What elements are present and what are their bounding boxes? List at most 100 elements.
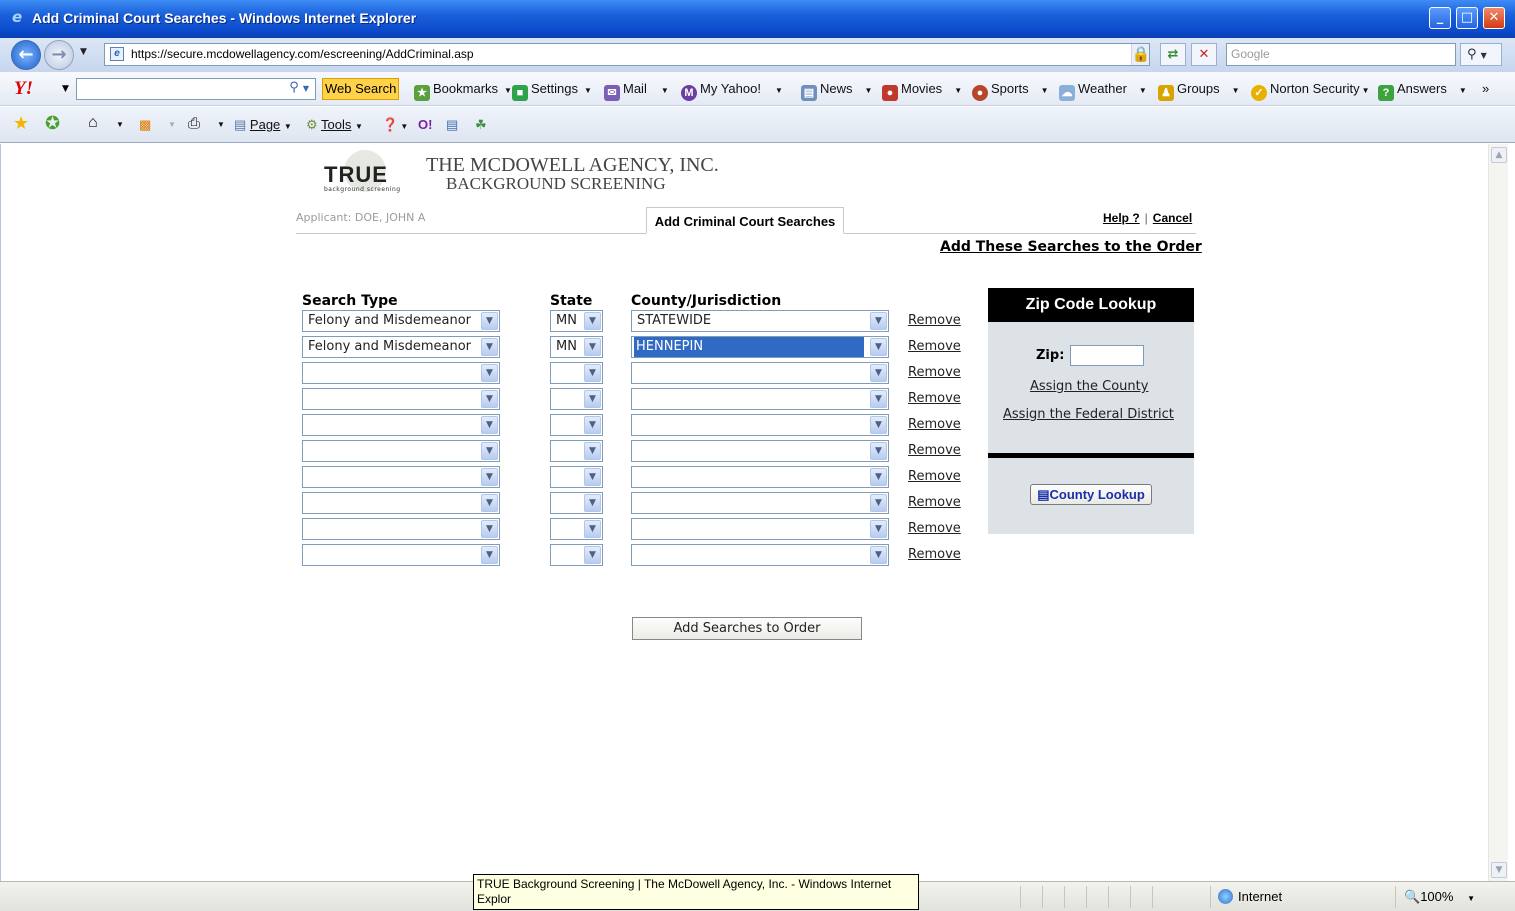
chevron-down-icon[interactable]: ▼	[481, 364, 498, 382]
chevron-down-icon[interactable]: ▼	[584, 390, 601, 408]
chevron-down-icon[interactable]: ▼	[584, 416, 601, 434]
chevron-down-icon[interactable]: ▼	[481, 494, 498, 512]
state-select[interactable]: MN ▼	[550, 310, 603, 332]
remove-link[interactable]: Remove	[908, 521, 961, 536]
settings-menu[interactable]: ■ Settings ▼	[512, 81, 592, 101]
search-type-select[interactable]: ▼	[302, 466, 500, 488]
chevron-down-icon[interactable]: ▼	[481, 468, 498, 486]
search-type-select[interactable]: ▼	[302, 440, 500, 462]
home-dropdown-icon[interactable]: ▼	[116, 120, 124, 129]
remove-link[interactable]: Remove	[908, 417, 961, 432]
chevron-down-icon[interactable]: ▼	[481, 390, 498, 408]
zoom-control[interactable]: 🔍100% ▼	[1404, 889, 1475, 905]
research-icon[interactable]: ▤	[446, 117, 458, 133]
answers-menu[interactable]: ? Answers ▼	[1378, 81, 1467, 101]
minimize-button[interactable]: _	[1429, 7, 1451, 29]
state-select[interactable]: ▼	[550, 544, 603, 566]
search-type-select[interactable]: Felony and Misdemeanor ▼	[302, 336, 500, 358]
chevron-down-icon[interactable]: ▼	[870, 390, 887, 408]
close-button[interactable]: ✕	[1483, 7, 1505, 29]
tab-add-criminal-court-searches[interactable]: Add Criminal Court Searches	[646, 207, 844, 234]
chevron-down-icon[interactable]: ▼	[481, 312, 498, 330]
scroll-down-icon[interactable]: ▼	[1491, 862, 1507, 878]
chevron-down-icon[interactable]: ▼	[584, 520, 601, 538]
yahoo-logo[interactable]: Y!	[14, 78, 33, 100]
search-type-select[interactable]: ▼	[302, 388, 500, 410]
chevron-down-icon[interactable]: ▼	[584, 338, 601, 356]
yahoo-search-input[interactable]: ⚲ ▼	[76, 78, 316, 100]
norton-security-menu[interactable]: ✓ Norton Security ▼	[1251, 81, 1370, 101]
state-select[interactable]: ▼	[550, 414, 603, 436]
news-menu[interactable]: ▤ News ▼	[801, 81, 872, 101]
county-select[interactable]: ▼	[631, 414, 889, 436]
weather-menu[interactable]: ☁ Weather ▼	[1059, 81, 1147, 101]
state-select[interactable]: ▼	[550, 466, 603, 488]
search-type-select[interactable]: Felony and Misdemeanor ▼	[302, 310, 500, 332]
my-yahoo-menu[interactable]: M My Yahoo! ▼	[681, 81, 783, 101]
forward-button[interactable]: →	[44, 40, 74, 70]
state-select[interactable]: ▼	[550, 518, 603, 540]
search-type-select[interactable]: ▼	[302, 492, 500, 514]
chevron-down-icon[interactable]: ▼	[584, 364, 601, 382]
help-icon[interactable]: ❓ ▼	[382, 117, 408, 133]
chevron-down-icon[interactable]: ▼	[870, 442, 887, 460]
chevron-down-icon[interactable]: ▼	[481, 416, 498, 434]
search-type-select[interactable]: ▼	[302, 518, 500, 540]
print-dropdown-icon[interactable]: ▼	[217, 120, 225, 129]
add-favorites-icon[interactable]: ✪	[45, 113, 60, 134]
remove-link[interactable]: Remove	[908, 313, 961, 328]
toolbar-overflow-button[interactable]: »	[1482, 81, 1489, 96]
state-select[interactable]: ▼	[550, 362, 603, 384]
chevron-down-icon[interactable]: ▼	[870, 338, 887, 356]
yahoo-answers-icon[interactable]: O!	[418, 117, 432, 132]
home-icon[interactable]: ⌂	[88, 114, 98, 132]
cancel-link[interactable]: Cancel	[1153, 211, 1192, 225]
county-select[interactable]: ▼	[631, 362, 889, 384]
chevron-down-icon[interactable]: ▼	[584, 494, 601, 512]
county-select[interactable]: ▼	[631, 544, 889, 566]
county-select[interactable]: ▼	[631, 388, 889, 410]
back-button[interactable]: ←	[11, 40, 41, 70]
add-searches-to-order-button[interactable]: Add Searches to Order	[632, 617, 862, 640]
chevron-down-icon[interactable]: ▼	[870, 312, 887, 330]
county-select[interactable]: STATEWIDE ▼	[631, 310, 889, 332]
help-link[interactable]: Help ?	[1103, 211, 1140, 225]
chevron-down-icon[interactable]: ▼	[870, 416, 887, 434]
scroll-up-icon[interactable]: ▲	[1491, 147, 1507, 163]
search-input[interactable]: Google	[1226, 43, 1456, 66]
assign-federal-district-link[interactable]: Assign the Federal District	[1003, 407, 1174, 422]
lock-icon[interactable]: 🔒	[1126, 43, 1156, 66]
county-lookup-button[interactable]: ▤County Lookup	[1030, 484, 1152, 505]
chevron-down-icon[interactable]: ▼	[870, 546, 887, 564]
search-type-select[interactable]: ▼	[302, 414, 500, 436]
favorites-star-icon[interactable]: ★	[13, 113, 29, 134]
refresh-button[interactable]: ⇄	[1160, 43, 1186, 66]
movies-menu[interactable]: ● Movies ▼	[882, 81, 962, 101]
chevron-down-icon[interactable]: ▼	[584, 442, 601, 460]
county-select[interactable]: ▼	[631, 466, 889, 488]
maximize-button[interactable]: □	[1456, 7, 1478, 29]
remove-link[interactable]: Remove	[908, 443, 961, 458]
chevron-down-icon[interactable]: ▼	[870, 494, 887, 512]
chevron-down-icon[interactable]: ▼	[870, 520, 887, 538]
zoom-dropdown-icon[interactable]: ▼	[1467, 894, 1475, 903]
county-select[interactable]: ▼	[631, 518, 889, 540]
county-select[interactable]: ▼	[631, 440, 889, 462]
state-select[interactable]: ▼	[550, 492, 603, 514]
messenger-icon[interactable]: ☘	[475, 117, 487, 133]
feeds-icon[interactable]: ▩	[139, 117, 151, 133]
sports-menu[interactable]: ● Sports ▼	[972, 81, 1049, 101]
remove-link[interactable]: Remove	[908, 495, 961, 510]
tools-menu[interactable]: ⚙ Tools ▼	[306, 117, 363, 133]
remove-link[interactable]: Remove	[908, 391, 961, 406]
chevron-down-icon[interactable]: ▼	[584, 546, 601, 564]
feeds-dropdown-icon[interactable]: ▼	[168, 120, 176, 129]
remove-link[interactable]: Remove	[908, 365, 961, 380]
groups-menu[interactable]: ♟ Groups ▼	[1158, 81, 1240, 101]
remove-link[interactable]: Remove	[908, 547, 961, 562]
page-menu[interactable]: ▤ Page ▼	[234, 117, 292, 133]
search-type-select[interactable]: ▼	[302, 544, 500, 566]
chevron-down-icon[interactable]: ▼	[870, 364, 887, 382]
assign-county-link[interactable]: Assign the County	[1030, 379, 1148, 394]
print-icon[interactable]: ⎙	[188, 115, 200, 132]
